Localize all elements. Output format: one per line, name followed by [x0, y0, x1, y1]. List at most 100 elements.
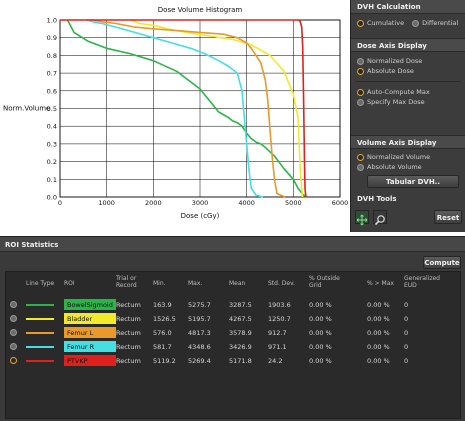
cell-outside: 0.00 %	[309, 329, 332, 337]
radio-button-icon	[357, 19, 364, 27]
radio-label: Differential	[422, 19, 459, 27]
radio-absolute-volume[interactable]: Absolute Volume	[351, 162, 465, 172]
cell-outside: 0.00 %	[309, 301, 332, 309]
table-row[interactable]: BowelSigmoid Rectum 163.9 5275.7 3287.5 1903.…	[6, 298, 462, 311]
column-header[interactable]: % > Max	[367, 280, 394, 287]
cell-gt-max: 0.00 %	[367, 357, 390, 365]
line-type-swatch[interactable]	[26, 332, 54, 334]
column-header[interactable]: Mean	[229, 280, 245, 287]
line-type-swatch[interactable]	[26, 304, 54, 306]
cell-std: 971.1	[268, 343, 287, 351]
cell-mean: 4267.5	[229, 315, 252, 323]
cell-eud: 0	[404, 343, 409, 351]
radio-normalized-volume[interactable]: Normalized Volume	[351, 152, 465, 162]
radio-cumulative[interactable]: Cumulative	[351, 18, 404, 28]
column-header[interactable]: ROI	[64, 280, 75, 287]
roi-name-cell: Femur L	[64, 327, 116, 338]
radio-auto-compute-max[interactable]: Auto-Compute Max	[351, 87, 465, 97]
table-row[interactable]: Femur R Rectum 581.7 4348.6 3426.9 971.1 0.00 …	[6, 340, 462, 353]
cell-max: 4348.6	[188, 343, 211, 351]
chart-title: Dose Volume Histogram	[158, 6, 243, 14]
row-select-radio[interactable]	[10, 315, 17, 322]
cell-max: 5275.7	[188, 301, 211, 309]
column-header[interactable]: Line Type	[26, 280, 54, 287]
roi-name-cell: PTVKP	[64, 355, 116, 366]
cell-eud: 0	[404, 357, 409, 365]
row-select-radio[interactable]	[10, 357, 17, 364]
y-tick-label: 0.6	[47, 87, 57, 95]
cell-trial: Rectum	[116, 315, 141, 323]
cell-min: 581.7	[153, 343, 172, 351]
cell-gt-max: 0.00 %	[367, 329, 390, 337]
line-type-swatch[interactable]	[26, 318, 54, 320]
radio-normalized-dose[interactable]: Normalized Dose	[351, 56, 465, 66]
zoom-tool-icon[interactable]	[373, 210, 387, 226]
table-row[interactable]: Bladder Rectum 1526.5 5195.7 4267.5 1250.7 0.0…	[6, 312, 462, 325]
y-axis-title: Norm.Volume	[3, 105, 50, 113]
cell-max: 4817.3	[188, 329, 211, 337]
x-axis-title: Dose (cGy)	[181, 212, 220, 220]
column-header[interactable]: Trial or Record	[116, 275, 146, 289]
radio-label: Absolute Dose	[367, 67, 414, 75]
radio-label: Normalized Dose	[367, 57, 423, 65]
cell-std: 1903.6	[268, 301, 291, 309]
x-tick-label: 1000	[98, 199, 115, 207]
line-type-swatch[interactable]	[26, 360, 54, 362]
cell-trial: Rectum	[116, 329, 141, 337]
cell-trial: Rectum	[116, 301, 141, 309]
row-select-radio[interactable]	[10, 301, 17, 308]
divider	[355, 81, 461, 82]
y-tick-label: 0.9	[47, 34, 57, 42]
cell-std: 24.2	[268, 357, 283, 365]
reset-button[interactable]: Reset	[434, 210, 462, 224]
cell-min: 1526.5	[153, 315, 176, 323]
pan-tool-icon[interactable]	[355, 210, 369, 226]
radio-label: Auto-Compute Max	[367, 88, 430, 96]
compute-button[interactable]: Compute	[423, 256, 461, 269]
column-header[interactable]: Max.	[188, 280, 202, 287]
x-tick-label: 3000	[192, 199, 209, 207]
radio-specify-max-dose[interactable]: Specify Max Dose	[351, 97, 465, 107]
radio-button-icon	[357, 153, 364, 161]
column-header[interactable]: Generalized EUD	[404, 275, 446, 289]
cell-min: 163.9	[153, 301, 172, 309]
radio-label: Specify Max Dose	[367, 98, 425, 106]
cell-mean: 3287.5	[229, 301, 252, 309]
row-select-radio[interactable]	[10, 329, 17, 336]
radio-button-icon	[357, 88, 364, 96]
column-header[interactable]: Min.	[153, 280, 166, 287]
y-tick-label: 0.0	[47, 194, 57, 202]
radio-differential[interactable]: Differential	[404, 18, 458, 28]
y-tick-label: 0.1	[47, 176, 57, 184]
roi-name-cell: Femur R	[64, 341, 116, 352]
radio-absolute-dose[interactable]: Absolute Dose	[351, 66, 465, 76]
tabular-dvh-button[interactable]: Tabular DVH..	[367, 175, 459, 188]
cell-outside: 0.00 %	[309, 343, 332, 351]
cell-outside: 0.00 %	[309, 315, 332, 323]
dvh-calculation-header: DVH Calculation	[351, 0, 465, 14]
radio-button-icon	[357, 163, 364, 171]
dvh-settings-panel: DVH Calculation Cumulative Differential …	[350, 0, 465, 232]
roi-statistics-header: ROI Statistics	[0, 237, 465, 252]
cell-max: 5269.4	[188, 357, 211, 365]
cell-mean: 3578.9	[229, 329, 252, 337]
cell-outside: 0.00 %	[309, 357, 332, 365]
dvh-tools-header: DVH Tools	[351, 192, 465, 206]
column-header[interactable]: Std. Dev.	[268, 280, 295, 287]
cell-gt-max: 0.00 %	[367, 343, 390, 351]
cell-eud: 0	[404, 315, 409, 323]
roi-name-cell: Bladder	[64, 313, 116, 324]
table-row[interactable]: PTVKP Rectum 5119.2 5269.4 5171.8 24.2 0.00 % 0…	[6, 354, 462, 367]
row-select-radio[interactable]	[10, 343, 17, 350]
cell-std: 912.7	[268, 329, 287, 337]
cell-trial: Rectum	[116, 357, 141, 365]
table-row[interactable]: Femur L Rectum 576.0 4817.3 3578.9 912.7 0.00 …	[6, 326, 462, 339]
radio-button-icon	[357, 98, 364, 106]
line-type-swatch[interactable]	[26, 346, 54, 348]
radio-label: Cumulative	[367, 19, 405, 27]
x-tick-label: 5000	[285, 199, 302, 207]
cell-trial: Rectum	[116, 343, 141, 351]
y-tick-label: 0.2	[47, 158, 57, 166]
cell-mean: 5171.8	[229, 357, 252, 365]
column-header[interactable]: % Outside Grid	[309, 275, 351, 289]
